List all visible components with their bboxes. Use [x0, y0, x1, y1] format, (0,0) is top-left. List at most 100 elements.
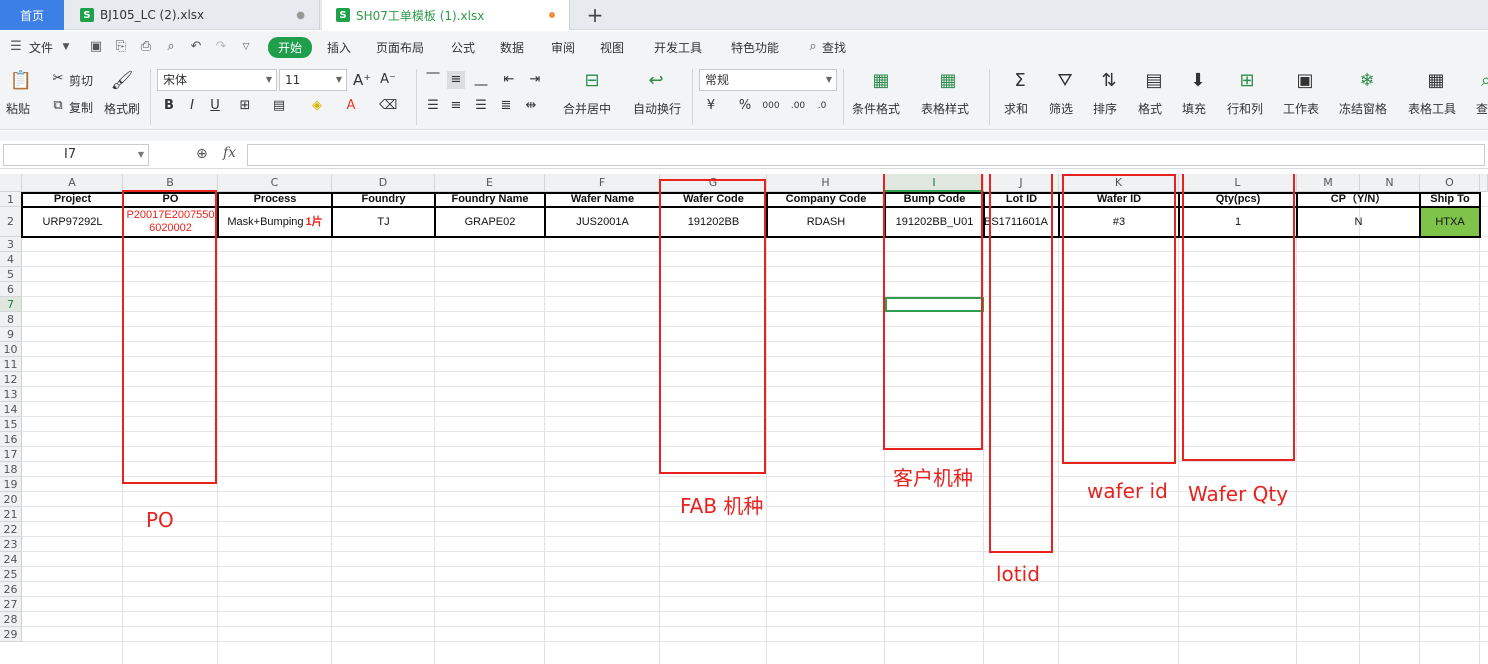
- rows-cols-button[interactable]: 行和列: [1227, 100, 1263, 117]
- align-bottom-icon[interactable]: ⎽: [472, 71, 490, 89]
- fill-button[interactable]: 填充: [1182, 100, 1206, 117]
- freeze-panes-button[interactable]: 冻结窗格: [1339, 100, 1387, 117]
- copy-icon[interactable]: ⧉: [49, 97, 67, 115]
- bold-icon[interactable]: B: [160, 97, 178, 115]
- menu-features[interactable]: 特色功能: [731, 39, 779, 56]
- row-header-29[interactable]: 29: [0, 627, 22, 642]
- row-header-27[interactable]: 27: [0, 597, 22, 612]
- cell-process[interactable]: Mask+Bumping 1片: [218, 207, 332, 237]
- column-header-D[interactable]: D: [332, 174, 435, 192]
- zoom-icon[interactable]: ⊕: [196, 146, 208, 162]
- row-header-16[interactable]: 16: [0, 432, 22, 447]
- align-middle-icon[interactable]: ≡: [447, 71, 465, 89]
- cut-button[interactable]: 剪切: [69, 72, 93, 89]
- font-color-icon[interactable]: A: [342, 97, 360, 115]
- conditional-format-icon[interactable]: ▦: [869, 69, 893, 93]
- cut-icon[interactable]: ✂: [49, 70, 67, 88]
- menu-view[interactable]: 视图: [600, 39, 624, 56]
- row-header-6[interactable]: 6: [0, 282, 22, 297]
- column-header-H[interactable]: H: [767, 174, 885, 192]
- name-box[interactable]: I7 ▼: [3, 144, 149, 166]
- table-style-button[interactable]: 表格样式: [921, 100, 969, 117]
- tab-home[interactable]: 首页: [0, 0, 64, 30]
- menu-home[interactable]: 开始: [268, 37, 313, 58]
- cell-wafer-name[interactable]: JUS2001A: [545, 207, 660, 237]
- column-header-E[interactable]: E: [435, 174, 545, 192]
- row-header-5[interactable]: 5: [0, 267, 22, 282]
- wrap-text-button[interactable]: 自动换行: [633, 100, 681, 117]
- fill-icon[interactable]: ⬇: [1186, 69, 1210, 93]
- menu-insert[interactable]: 插入: [327, 39, 351, 56]
- row-header-2[interactable]: 2: [0, 207, 22, 237]
- italic-icon[interactable]: I: [183, 97, 201, 115]
- paste-button[interactable]: 粘贴: [6, 100, 30, 117]
- filter-button[interactable]: 筛选: [1049, 100, 1073, 117]
- row-header-1[interactable]: 1: [0, 192, 22, 207]
- worksheet-icon[interactable]: ▣: [1293, 69, 1317, 93]
- menu-developer[interactable]: 开发工具: [654, 39, 702, 56]
- table-tools-icon[interactable]: ▦: [1424, 69, 1448, 93]
- copy-button[interactable]: 复制: [69, 99, 93, 116]
- column-header-C[interactable]: C: [218, 174, 332, 192]
- row-header-13[interactable]: 13: [0, 387, 22, 402]
- thousands-icon[interactable]: 000: [762, 97, 780, 115]
- row-header-14[interactable]: 14: [0, 402, 22, 417]
- redo-icon[interactable]: ↷: [213, 39, 229, 55]
- row-header-24[interactable]: 24: [0, 552, 22, 567]
- row-header-18[interactable]: 18: [0, 462, 22, 477]
- menu-formula[interactable]: 公式: [451, 39, 475, 56]
- find-button[interactable]: 查: [1476, 100, 1488, 117]
- chevron-down-icon[interactable]: ▼: [58, 39, 74, 55]
- menu-data[interactable]: 数据: [500, 39, 524, 56]
- column-header-A[interactable]: A: [22, 174, 123, 192]
- row-header-8[interactable]: 8: [0, 312, 22, 327]
- column-header-N[interactable]: N: [1360, 174, 1420, 192]
- menu-search[interactable]: 查找: [822, 39, 846, 56]
- row-header-11[interactable]: 11: [0, 357, 22, 372]
- row-header-4[interactable]: 4: [0, 252, 22, 267]
- cell-cp[interactable]: N: [1297, 207, 1420, 237]
- row-header-12[interactable]: 12: [0, 372, 22, 387]
- row-header-25[interactable]: 25: [0, 567, 22, 582]
- new-tab-button[interactable]: +: [582, 0, 608, 30]
- formula-input[interactable]: [247, 144, 1485, 166]
- select-all-corner[interactable]: [0, 174, 22, 192]
- row-header-21[interactable]: 21: [0, 507, 22, 522]
- column-header-M[interactable]: M: [1297, 174, 1360, 192]
- save-icon[interactable]: ▣: [88, 39, 104, 55]
- hamburger-menu-icon[interactable]: ☰: [8, 39, 24, 55]
- row-header-7[interactable]: 7: [0, 297, 22, 312]
- decrease-decimal-icon[interactable]: .0: [813, 97, 831, 115]
- indent-decrease-icon[interactable]: ⇤: [500, 71, 518, 89]
- cell-ship-to[interactable]: HTXA: [1420, 207, 1480, 237]
- paste-icon[interactable]: 📋: [9, 69, 33, 93]
- align-center-icon[interactable]: ≡: [447, 97, 465, 115]
- sort-icon[interactable]: ⇅: [1097, 69, 1121, 93]
- sort-button[interactable]: 排序: [1093, 100, 1117, 117]
- font-size-select[interactable]: 11 ▼: [279, 69, 347, 91]
- menu-file[interactable]: 文件: [29, 39, 53, 56]
- row-header-20[interactable]: 20: [0, 492, 22, 507]
- row-header-3[interactable]: 3: [0, 237, 22, 252]
- close-icon[interactable]: ●: [296, 10, 305, 21]
- row-header-9[interactable]: 9: [0, 327, 22, 342]
- cell-project[interactable]: URP97292L: [22, 207, 123, 237]
- format-icon[interactable]: ▤: [1142, 69, 1166, 93]
- borders-icon[interactable]: ⊞: [236, 97, 254, 115]
- format-button[interactable]: 格式: [1138, 100, 1162, 117]
- cell-style-icon[interactable]: ▤: [270, 97, 288, 115]
- row-header-26[interactable]: 26: [0, 582, 22, 597]
- indent-increase-icon[interactable]: ⇥: [526, 71, 544, 89]
- font-name-select[interactable]: 宋体 ▼: [157, 69, 277, 91]
- fill-color-icon[interactable]: ◈: [308, 97, 326, 115]
- menu-page-layout[interactable]: 页面布局: [376, 39, 424, 56]
- rows-cols-icon[interactable]: ⊞: [1235, 69, 1259, 93]
- percent-icon[interactable]: %: [736, 97, 754, 115]
- format-painter-icon[interactable]: 🖌: [110, 69, 134, 93]
- menu-review[interactable]: 审阅: [551, 39, 575, 56]
- row-header-19[interactable]: 19: [0, 477, 22, 492]
- worksheet-button[interactable]: 工作表: [1283, 100, 1319, 117]
- increase-font-icon[interactable]: A⁺: [353, 71, 371, 89]
- freeze-panes-icon[interactable]: ❄: [1355, 69, 1379, 93]
- filter-icon[interactable]: ⛛: [1053, 69, 1077, 93]
